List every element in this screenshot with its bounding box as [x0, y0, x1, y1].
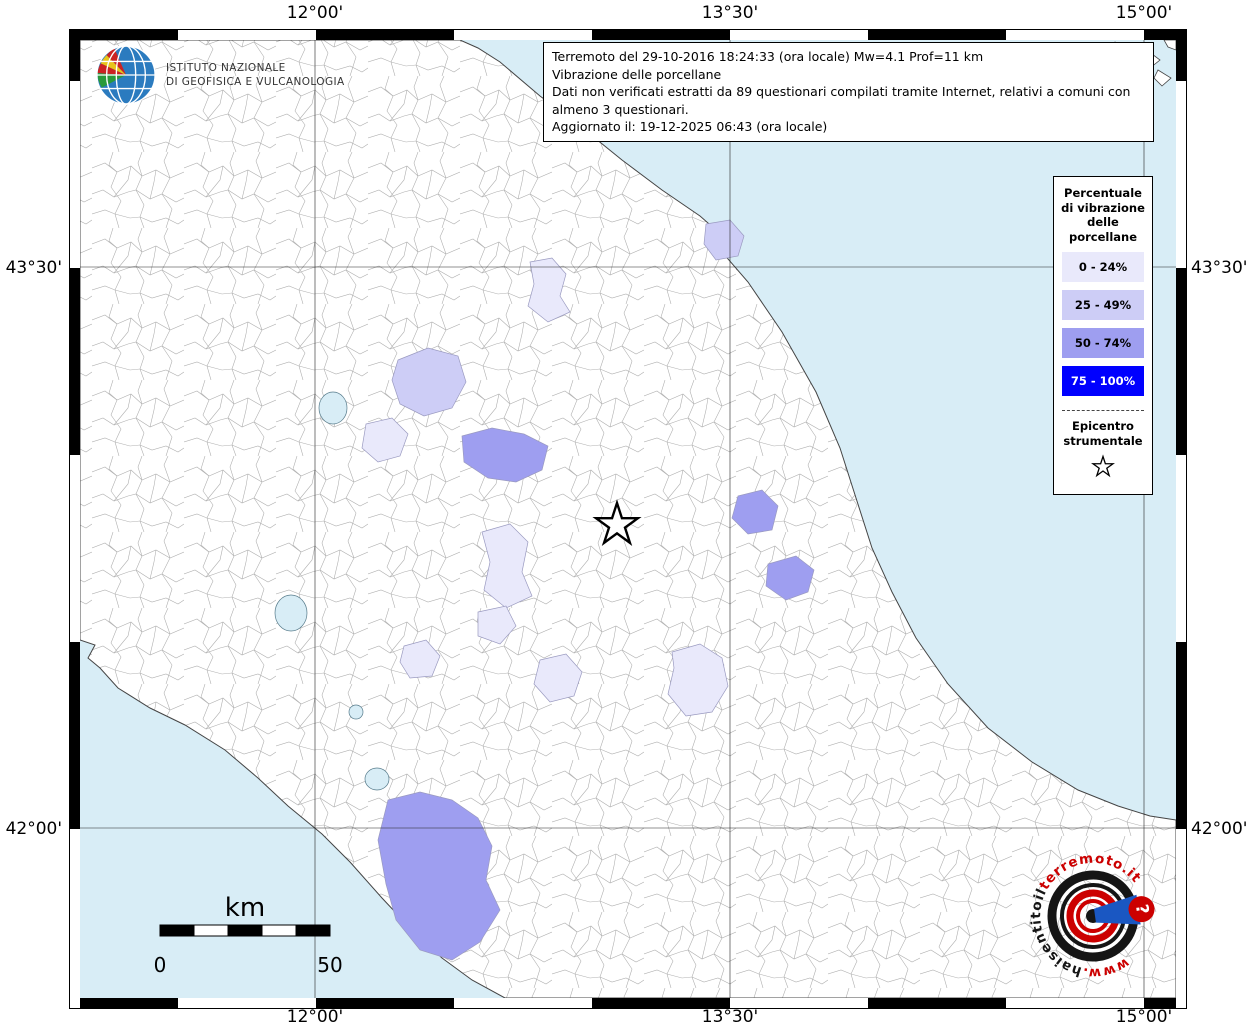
map-canvas: km 0 50 ? www.haisentitoilterremoto.it: [80, 40, 1176, 998]
scale-end-label: 50: [317, 953, 342, 977]
ingv-name-line1: ISTITUTO NAZIONALE: [166, 62, 286, 74]
scale-start-label: 0: [154, 953, 167, 977]
coord-right-2: 42°00': [1191, 819, 1248, 839]
lake-4: [364, 767, 390, 791]
event-info-box: Terremoto del 29-10-2016 18:24:33 (ora l…: [543, 42, 1154, 142]
legend-item-0-24: 0 - 24%: [1062, 252, 1144, 282]
event-title: Terremoto del 29-10-2016 18:24:33 (ora l…: [552, 49, 984, 64]
event-updated: Aggiornato il: 19-12-2025 06:43 (ora loc…: [552, 119, 828, 134]
legend-separator: [1062, 410, 1144, 411]
coord-bottom-1: 12°00': [286, 1007, 344, 1024]
legend-title-line1: Percentuale: [1064, 186, 1142, 200]
map-frame-bottom: [69, 997, 1187, 1009]
legend-epicenter-star-icon: [1054, 454, 1152, 484]
coord-top-2: 13°30': [701, 3, 759, 23]
ingv-name: ISTITUTO NAZIONALE DI GEOFISICA E VULCAN…: [166, 61, 345, 89]
lake-1: [318, 391, 348, 425]
legend-epicenter-line2: strumentale: [1063, 433, 1143, 448]
legend: Percentuale di vibrazione delle porcella…: [1053, 176, 1153, 495]
ingv-name-line2: DI GEOFISICA E VULCANOLOGIA: [166, 76, 345, 88]
lake-2: [274, 594, 308, 632]
screenshot-root: 12°00' 13°30' 15°00' 12°00' 13°30' 15°00…: [0, 0, 1255, 1024]
coord-top-3: 15°00': [1115, 3, 1173, 23]
legend-title-line3: delle: [1087, 215, 1119, 229]
legend-item-75-100: 75 - 100%: [1062, 366, 1144, 396]
event-disclaimer: Dati non verificati estratti da 89 quest…: [552, 84, 1131, 117]
map-frame-right: [1175, 29, 1187, 1009]
lake-3: [348, 704, 364, 720]
coord-right-1: 43°30': [1191, 258, 1248, 278]
scale-unit-label: km: [225, 893, 265, 923]
legend-epicenter-line1: Epicentro: [1072, 419, 1134, 433]
coord-top-1: 12°00': [286, 3, 344, 23]
legend-title-line2: di vibrazione: [1061, 200, 1145, 215]
coord-left-1: 43°30': [5, 258, 62, 278]
coord-bottom-2: 13°30': [701, 1007, 759, 1024]
event-question: Vibrazione delle porcellane: [552, 66, 722, 82]
legend-title-line4: porcellane: [1068, 229, 1138, 244]
legend-item-25-49: 25 - 49%: [1062, 290, 1144, 320]
coord-left-2: 42°00': [5, 819, 62, 839]
ingv-logo: ISTITUTO NAZIONALE DI GEOFISICA E VULCAN…: [95, 44, 345, 106]
ingv-globe-icon: [96, 45, 156, 105]
coord-bottom-3: 15°00': [1115, 1007, 1173, 1024]
legend-item-50-74: 50 - 74%: [1062, 328, 1144, 358]
